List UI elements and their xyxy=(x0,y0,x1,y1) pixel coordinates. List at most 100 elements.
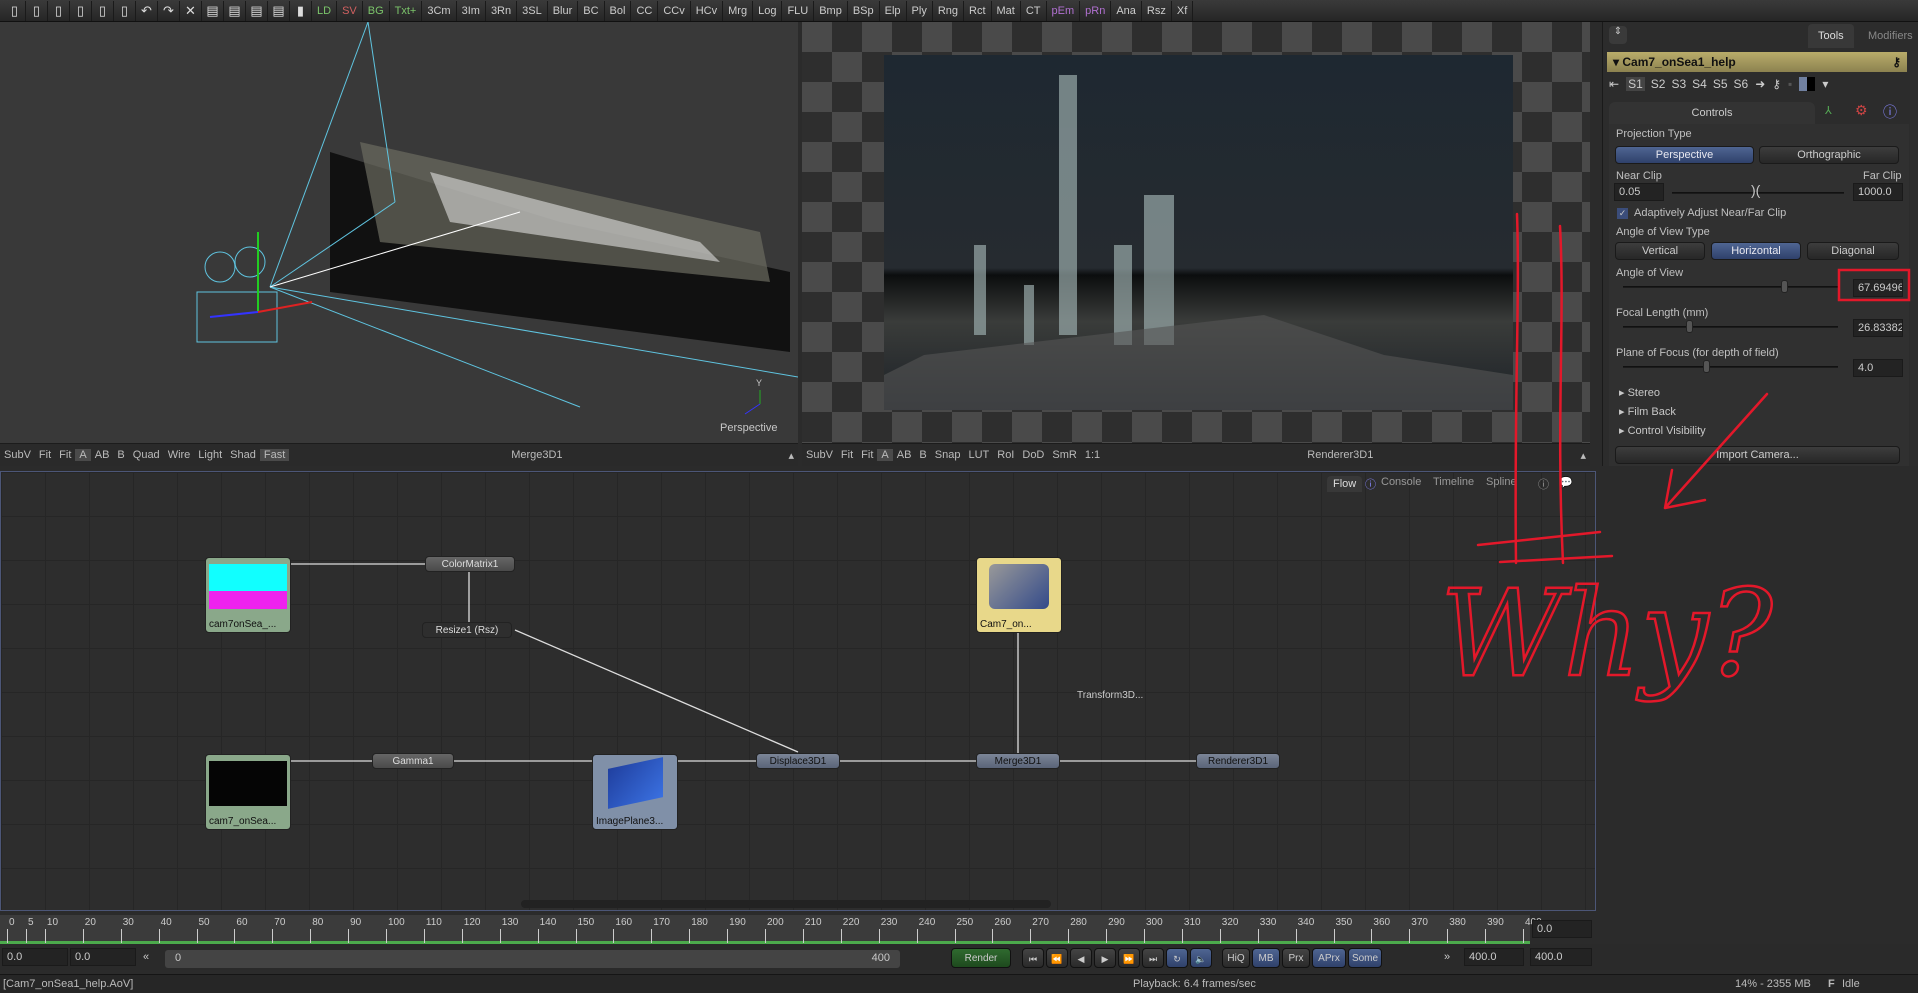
viewer-option-roi[interactable]: RoI xyxy=(993,449,1018,461)
viewer-option-ab[interactable]: AB xyxy=(893,449,916,461)
paste-icon[interactable]: ▯ xyxy=(114,0,136,21)
tool-button-3rn[interactable]: 3Rn xyxy=(486,0,518,21)
tab-tools[interactable]: Tools xyxy=(1808,24,1854,48)
slot-s3[interactable]: S3 xyxy=(1671,77,1686,91)
viewer-option-dod[interactable]: DoD xyxy=(1018,449,1048,461)
node-loader-1[interactable]: cam7onSea_... xyxy=(205,557,291,633)
viewer-option-wire[interactable]: Wire xyxy=(164,449,195,461)
tool-button-3cm[interactable]: 3Cm xyxy=(422,0,457,21)
viewer-option-ab[interactable]: AB xyxy=(91,449,114,461)
tool-button-ct[interactable]: CT xyxy=(1021,0,1047,21)
toggle-some[interactable]: Some xyxy=(1348,948,1382,968)
plane-of-focus-knob[interactable] xyxy=(1703,360,1710,373)
toggle-prx[interactable]: Prx xyxy=(1282,948,1310,968)
range-right-arrow[interactable]: » xyxy=(1444,951,1450,963)
viewer-menu-icon[interactable]: ▴ xyxy=(784,449,798,462)
viewer-option-fit[interactable]: Fit xyxy=(857,449,877,461)
tool-button-ply[interactable]: Ply xyxy=(907,0,933,21)
layout-3-icon[interactable]: ▤ xyxy=(246,0,268,21)
time-ruler[interactable]: 0 5 10 20 30 40 50 60 70 80 90 100 110 120 130 140 150 16… xyxy=(0,915,1542,944)
node-imageplane[interactable]: ImagePlane3... xyxy=(592,754,678,830)
viewer-option-lut[interactable]: LUT xyxy=(964,449,993,461)
tool-button-mrg[interactable]: Mrg xyxy=(723,0,754,21)
viewer-option-fast[interactable]: Fast xyxy=(259,449,290,461)
viewer-option-1-1[interactable]: 1:1 xyxy=(1081,449,1104,461)
tool-button-ana[interactable]: Ana xyxy=(1111,0,1142,21)
far-clip-field[interactable]: 1000.0 xyxy=(1853,183,1903,201)
render-button[interactable]: Render xyxy=(951,948,1011,968)
redo-icon[interactable]: ↷ xyxy=(158,0,180,21)
viewer-option-subv[interactable]: SubV xyxy=(802,449,837,461)
perspective-button[interactable]: Perspective xyxy=(1615,146,1754,164)
new-file-icon[interactable]: ▯ xyxy=(4,0,26,21)
tool-button-elp[interactable]: Elp xyxy=(880,0,907,21)
toggle-hiq[interactable]: HiQ xyxy=(1222,948,1250,968)
tool-button-3im[interactable]: 3Im xyxy=(457,0,486,21)
adaptive-checkbox[interactable]: ✓ xyxy=(1617,208,1628,219)
copy-icon[interactable]: ▯ xyxy=(92,0,114,21)
tool-button-mat[interactable]: Mat xyxy=(992,0,1021,21)
section-film-back[interactable]: ▸ Film Back xyxy=(1619,405,1706,421)
section-stereo[interactable]: ▸ Stereo xyxy=(1619,386,1706,402)
viewer-option-b[interactable]: B xyxy=(915,449,930,461)
tool-button-hcv[interactable]: HCv xyxy=(691,0,724,21)
tool-button-bmp[interactable]: Bmp xyxy=(814,0,848,21)
step-back-fast-icon[interactable]: ⏪ xyxy=(1046,948,1068,968)
info-icon[interactable]: ⓘ xyxy=(1883,102,1897,122)
save-icon[interactable]: ▯ xyxy=(48,0,70,21)
tool-button-bc[interactable]: BC xyxy=(578,0,605,21)
aov-field[interactable]: 67.69496 xyxy=(1853,279,1903,297)
undo-icon[interactable]: ↶ xyxy=(136,0,158,21)
save-icon[interactable]: ▪ xyxy=(1788,77,1792,91)
tool-button-bg[interactable]: BG xyxy=(363,0,390,21)
tool-button-log[interactable]: Log xyxy=(753,0,783,21)
viewer-right-2d[interactable] xyxy=(802,22,1590,443)
viewer-option-a[interactable]: A xyxy=(75,449,91,461)
node-colormatrix[interactable]: ColorMatrix1 xyxy=(425,556,515,572)
plane-of-focus-field[interactable]: 4.0 xyxy=(1853,359,1903,377)
node-merge3d[interactable]: Merge3D1 xyxy=(976,753,1060,769)
tool-button-blur[interactable]: Blur xyxy=(548,0,579,21)
viewer-option-fit[interactable]: Fit xyxy=(35,449,55,461)
aov-slider-knob[interactable] xyxy=(1781,280,1788,293)
pin-icon[interactable]: ⇤ xyxy=(1609,77,1619,91)
step-fwd-fast-icon[interactable]: ⏩ xyxy=(1118,948,1140,968)
viewer-option-fit[interactable]: Fit xyxy=(837,449,857,461)
3d-axis-icon[interactable]: ⅄ xyxy=(1825,104,1832,117)
focal-length-knob[interactable] xyxy=(1686,320,1693,333)
render-end-field[interactable]: 400.0 xyxy=(1464,948,1524,966)
tool-header[interactable]: ▾ Cam7_onSea1_help ⚷ xyxy=(1607,52,1907,72)
current-time-field[interactable]: 0.0 xyxy=(1532,920,1592,938)
plane-of-focus-slider[interactable] xyxy=(1623,366,1838,368)
node-loader-2[interactable]: cam7_onSea... xyxy=(205,754,291,830)
range-left-arrow[interactable]: « xyxy=(143,951,149,963)
node-transform3d[interactable]: Transform3D... xyxy=(1077,688,1175,704)
slot-s4[interactable]: S4 xyxy=(1692,77,1707,91)
tool-button-pem[interactable]: pEm xyxy=(1047,0,1081,21)
viewer-option-shad[interactable]: Shad xyxy=(226,449,260,461)
toggle-aprx[interactable]: APrx xyxy=(1312,948,1346,968)
slot-s2[interactable]: S2 xyxy=(1651,77,1666,91)
tab-modifiers[interactable]: Modifiers xyxy=(1858,24,1918,48)
toggle-mb[interactable]: MB xyxy=(1252,948,1280,968)
node-resize[interactable]: Resize1 (Rsz) xyxy=(422,622,512,638)
diagonal-button[interactable]: Diagonal xyxy=(1807,242,1899,260)
focal-length-field[interactable]: 26.83382 xyxy=(1853,319,1903,337)
color-swatch-icon[interactable] xyxy=(1799,77,1816,91)
tool-button-rct[interactable]: Rct xyxy=(964,0,992,21)
arrow-icon[interactable]: ➜ xyxy=(1755,77,1765,91)
flow-horizontal-scrollbar[interactable] xyxy=(521,900,1051,908)
open-file-icon[interactable]: ▯ xyxy=(26,0,48,21)
tool-button-bol[interactable]: Bol xyxy=(605,0,632,21)
viewer-option-light[interactable]: Light xyxy=(194,449,226,461)
key-icon[interactable]: ⚷ xyxy=(1772,77,1781,91)
audio-icon[interactable]: 🔈 xyxy=(1190,948,1212,968)
node-renderer3d[interactable]: Renderer3D1 xyxy=(1196,753,1280,769)
go-start-icon[interactable]: ⏮ xyxy=(1022,948,1044,968)
tool-button-cc[interactable]: CC xyxy=(631,0,659,21)
viewer-option-fit[interactable]: Fit xyxy=(55,449,75,461)
focal-length-slider[interactable] xyxy=(1623,326,1838,328)
slot-s5[interactable]: S5 xyxy=(1713,77,1728,91)
render-start-field[interactable]: 0.0 xyxy=(70,948,136,966)
panel-resize-icon[interactable]: ⇕ xyxy=(1609,26,1627,44)
